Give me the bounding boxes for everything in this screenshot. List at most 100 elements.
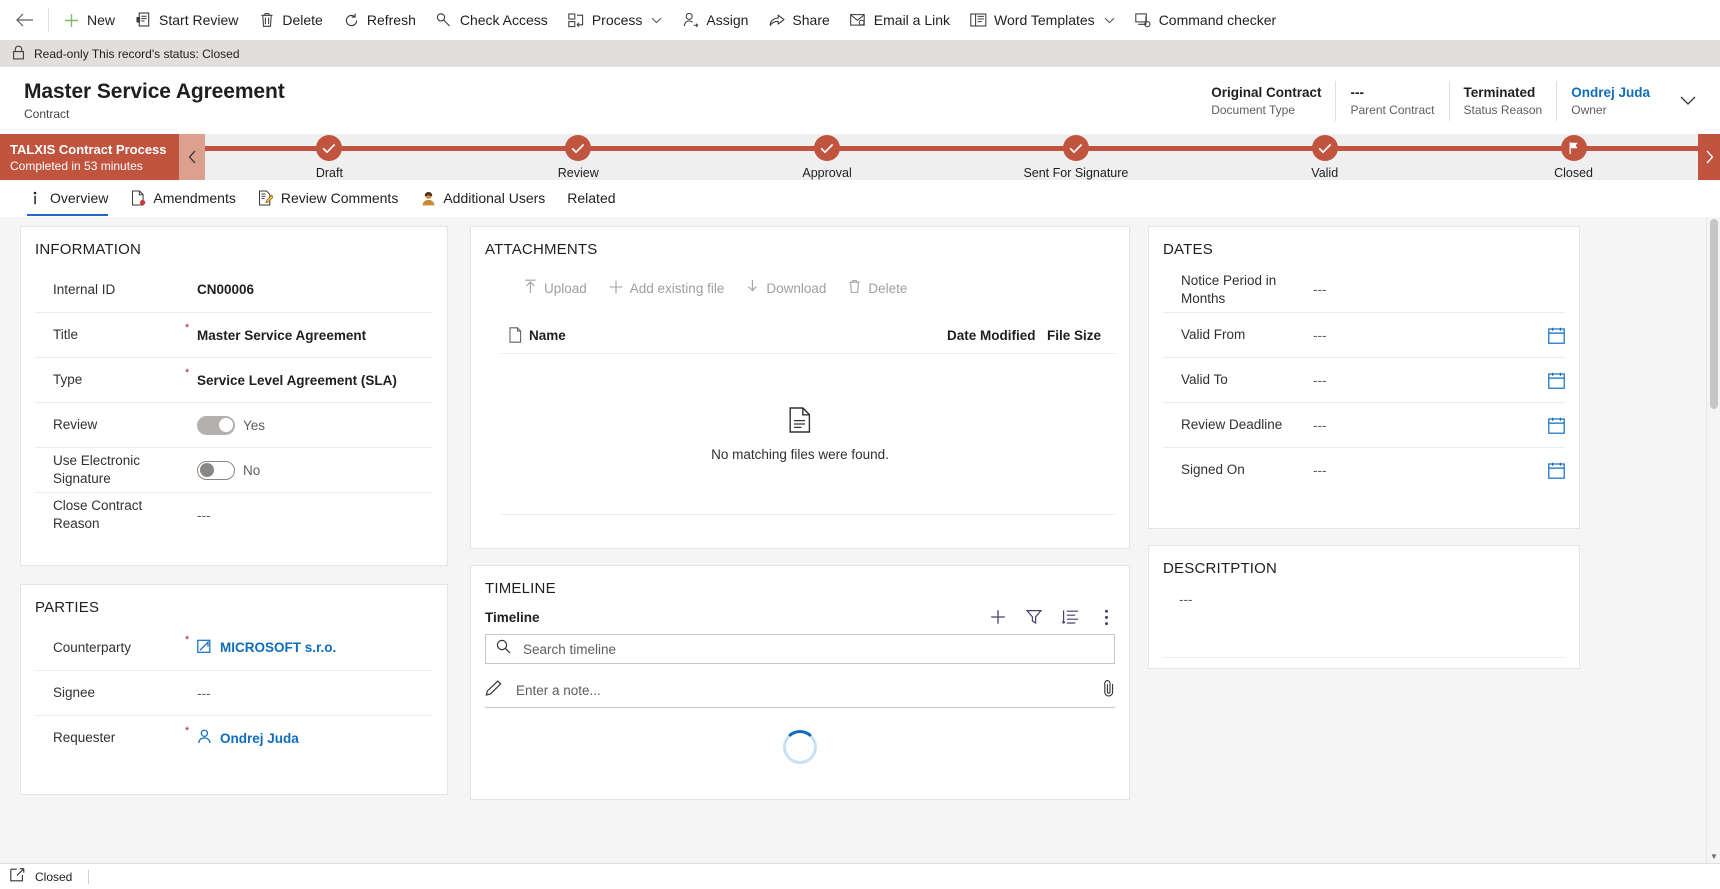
- field-value[interactable]: ---: [1313, 282, 1565, 297]
- delete-button[interactable]: Delete: [248, 1, 332, 39]
- description-value[interactable]: ---: [1149, 586, 1579, 633]
- process-stage-closed[interactable]: Closed: [1449, 134, 1698, 180]
- header-field-status-reason[interactable]: Terminated Status Reason: [1448, 80, 1557, 121]
- word-templates-button[interactable]: Word Templates: [960, 1, 1125, 39]
- process-name-block[interactable]: TALXIS Contract Process Completed in 53 …: [0, 134, 179, 180]
- timeline-note-box[interactable]: [485, 674, 1115, 708]
- header-field-parent-contract[interactable]: --- Parent Contract: [1335, 80, 1448, 121]
- search-input[interactable]: [521, 640, 1104, 658]
- chevron-down-icon[interactable]: [1102, 17, 1115, 24]
- chevron-down-icon[interactable]: [649, 17, 662, 24]
- email-a-link-button-label: Email a Link: [873, 12, 951, 28]
- tab-review-comments[interactable]: Review Comments: [247, 180, 409, 216]
- required-marker: [185, 452, 197, 456]
- field-label: Review Deadline: [1181, 417, 1283, 432]
- header-field-owner[interactable]: Ondrej Juda Owner: [1556, 80, 1664, 121]
- paperclip-icon[interactable]: [1103, 679, 1115, 702]
- field-label: Signee: [53, 685, 96, 700]
- field-requester: Requester * Ondrej Juda: [35, 715, 433, 760]
- field-value[interactable]: ---: [197, 508, 433, 523]
- use-electronic-signature-toggle-label: No: [243, 462, 261, 478]
- use-electronic-signature-toggle[interactable]: [197, 460, 235, 480]
- tab-amendments[interactable]: Amendments: [119, 180, 246, 216]
- column-header-file-size[interactable]: File Size: [1047, 328, 1115, 343]
- additional-users-icon: [420, 190, 436, 206]
- check-access-button[interactable]: Check Access: [426, 1, 558, 39]
- command-checker-button[interactable]: Command checker: [1125, 1, 1287, 39]
- field-value[interactable]: ---: [1313, 328, 1548, 343]
- add-existing-file-button[interactable]: Add existing file: [600, 274, 734, 303]
- field-label: Valid From: [1181, 327, 1246, 342]
- calendar-icon[interactable]: [1548, 327, 1565, 344]
- scrollbar-thumb[interactable]: [1710, 219, 1718, 409]
- process-stage-draft[interactable]: Draft: [205, 134, 454, 180]
- sort-icon[interactable]: [1061, 608, 1079, 626]
- header-field-document-type[interactable]: Original Contract Document Type: [1197, 81, 1335, 121]
- delete-attachment-button[interactable]: Delete: [839, 273, 916, 303]
- column-header-date-modified[interactable]: Date Modified: [947, 328, 1047, 343]
- process-stage-review[interactable]: Review: [454, 134, 703, 180]
- expand-header-button[interactable]: [1670, 83, 1706, 119]
- trash-icon: [848, 279, 861, 297]
- pencil-icon: [485, 680, 502, 701]
- process-stage-sent-for-signature[interactable]: Sent For Signature: [951, 134, 1200, 180]
- column-header-name[interactable]: Name: [529, 328, 947, 343]
- plus-icon: [609, 280, 623, 297]
- review-toggle-label: Yes: [243, 417, 266, 433]
- field-value[interactable]: Master Service Agreement: [197, 328, 433, 343]
- field-value[interactable]: ---: [1313, 418, 1548, 433]
- document-type-label: Document Type: [1211, 103, 1296, 117]
- assign-button[interactable]: Assign: [672, 1, 758, 39]
- upload-button[interactable]: Upload: [515, 273, 596, 303]
- field-value[interactable]: ---: [1313, 373, 1548, 388]
- new-button[interactable]: New: [53, 1, 125, 39]
- start-review-button[interactable]: Start Review: [125, 1, 248, 39]
- field-value[interactable]: ---: [197, 686, 433, 701]
- more-icon[interactable]: [1097, 608, 1115, 626]
- review-toggle[interactable]: [197, 415, 235, 435]
- field-value[interactable]: ---: [1313, 463, 1548, 478]
- start-review-icon: [135, 12, 152, 29]
- form-scrollbar[interactable]: ▲ ▼: [1706, 217, 1720, 863]
- note-input[interactable]: [514, 682, 1091, 699]
- popout-icon[interactable]: [10, 868, 25, 885]
- process-next-button[interactable]: [1698, 134, 1720, 180]
- counterparty-link[interactable]: MICROSOFT s.r.o.: [220, 640, 336, 655]
- process-button[interactable]: Process: [558, 1, 673, 39]
- scroll-down-arrow[interactable]: ▼: [1707, 850, 1720, 863]
- tab-overview[interactable]: Overview: [16, 180, 119, 216]
- owner-label: Owner: [1571, 103, 1607, 117]
- tab-related[interactable]: Related: [556, 180, 626, 216]
- search-icon: [496, 639, 511, 659]
- calendar-icon[interactable]: [1548, 417, 1565, 434]
- process-stage-label: Closed: [1554, 166, 1594, 180]
- description-section-title: DESCRITPTION: [1163, 560, 1278, 577]
- field-use-electronic-signature: Use Electronic Signature No: [35, 447, 433, 492]
- email-a-link-button[interactable]: Email a Link: [840, 1, 960, 39]
- owner-value[interactable]: Ondrej Juda: [1571, 83, 1650, 102]
- share-button[interactable]: Share: [758, 1, 839, 39]
- process-stage-valid[interactable]: Valid: [1200, 134, 1449, 180]
- back-button[interactable]: [6, 1, 44, 39]
- field-value[interactable]: Service Level Agreement (SLA): [197, 373, 433, 388]
- process-previous-button[interactable]: [179, 134, 205, 180]
- record-title-block: Master Service Agreement Contract: [24, 79, 285, 122]
- timeline-search-box[interactable]: [485, 634, 1115, 664]
- tab-additional-users[interactable]: Additional Users: [409, 180, 556, 216]
- requester-link[interactable]: Ondrej Juda: [220, 731, 299, 746]
- calendar-icon[interactable]: [1548, 372, 1565, 389]
- field-signed-on: Signed On ---: [1163, 447, 1565, 492]
- plus-icon[interactable]: [989, 608, 1007, 626]
- document-icon: [501, 327, 529, 343]
- dates-section: DATES Notice Period in Months --- Valid …: [1148, 226, 1580, 529]
- process-stage-approval[interactable]: Approval: [703, 134, 952, 180]
- download-button[interactable]: Download: [737, 273, 835, 303]
- filter-icon[interactable]: [1025, 608, 1043, 626]
- field-value[interactable]: CN00006: [197, 282, 433, 297]
- process-stage-label: Valid: [1311, 166, 1339, 180]
- field-notice-period-in-months: Notice Period in Months ---: [1163, 267, 1565, 312]
- record-header: Master Service Agreement Contract Origin…: [0, 67, 1720, 134]
- process-status: Completed in 53 minutes: [10, 158, 143, 173]
- refresh-button[interactable]: Refresh: [333, 1, 426, 39]
- calendar-icon[interactable]: [1548, 462, 1565, 479]
